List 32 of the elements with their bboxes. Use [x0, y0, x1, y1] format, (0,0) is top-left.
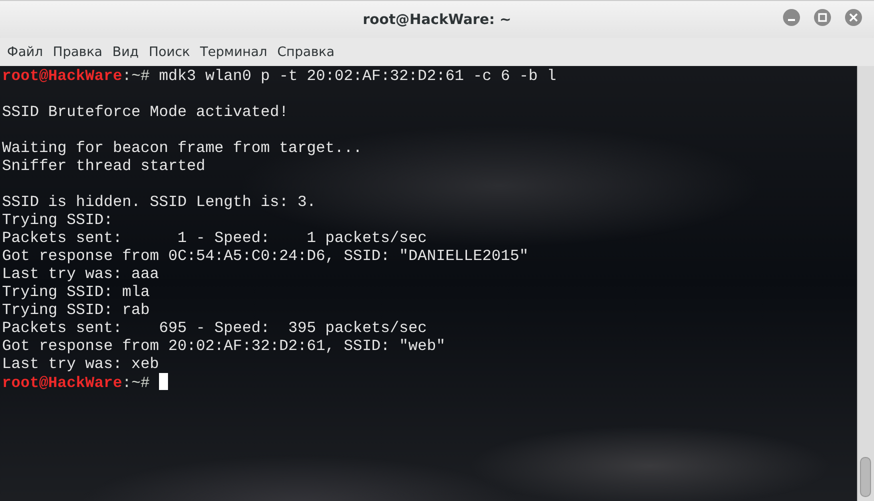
- minimize-button[interactable]: [783, 9, 800, 26]
- close-icon: [849, 13, 858, 22]
- menu-item[interactable]: Поиск: [144, 42, 195, 62]
- prompt-user: root@HackWare: [2, 374, 122, 392]
- menu-item[interactable]: Файл: [2, 42, 48, 62]
- scrollbar-thumb[interactable]: [860, 457, 871, 497]
- command-text: mdk3 wlan0 p -t 20:02:AF:32:D2:61 -c 6 -b l: [158, 67, 556, 85]
- menu-item[interactable]: Правка: [48, 42, 108, 62]
- close-button[interactable]: [845, 9, 862, 26]
- output-line: Trying SSID: rab: [2, 301, 150, 319]
- maximize-icon: [818, 13, 827, 22]
- prompt-path: :~#: [122, 374, 150, 392]
- output-line: Last try was: aaa: [2, 265, 160, 283]
- output-line: Sniffer thread started: [2, 157, 206, 175]
- output-line: Trying SSID: mla: [2, 283, 150, 301]
- output-line: Packets sent: 1 - Speed: 1 packets/sec: [2, 229, 427, 247]
- menu-item[interactable]: Терминал: [194, 42, 272, 62]
- prompt-path: :~#: [122, 67, 150, 85]
- prompt-user: root@HackWare: [2, 67, 122, 85]
- menu-item[interactable]: Вид: [107, 42, 144, 62]
- output-line: Waiting for beacon frame from target...: [2, 139, 362, 157]
- output-line: Trying SSID:: [2, 211, 113, 229]
- output-line: Packets sent: 695 - Speed: 395 packets/sec: [2, 319, 427, 337]
- output-line: Got response from 0C:54:A5:C0:24:D6, SSID: "DANIELLE2015": [2, 247, 528, 265]
- scrollbar[interactable]: [857, 66, 874, 501]
- output-line: SSID Bruteforce Mode activated!: [2, 103, 288, 121]
- maximize-button[interactable]: [814, 9, 831, 26]
- output-line: Last try was: xeb: [2, 355, 160, 373]
- output-line: SSID is hidden. SSID Length is: 3.: [2, 193, 316, 211]
- menu-item[interactable]: Справка: [272, 42, 340, 62]
- window-title: root@HackWare: ~: [362, 12, 512, 28]
- output-line: Got response from 20:02:AF:32:D2:61, SSID: "web": [2, 337, 446, 355]
